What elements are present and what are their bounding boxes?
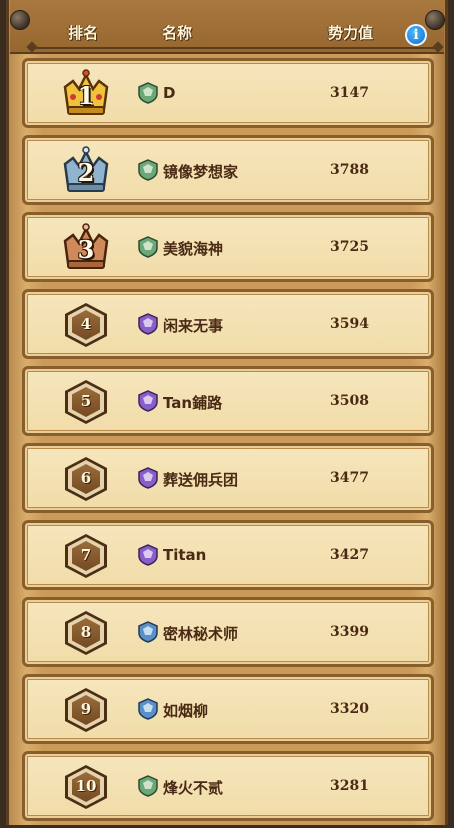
rank-column-header: 排名: [68, 24, 99, 42]
rank-number: 10: [75, 777, 97, 795]
power-value: 3594: [330, 316, 369, 332]
rank-hex-badge: 5: [59, 375, 113, 429]
rank-hex-badge: 4: [59, 298, 113, 352]
rank-hex-badge: 8: [59, 606, 113, 660]
player-name: Titan: [163, 546, 207, 564]
rank-number: 8: [80, 623, 92, 641]
player-name: 如烟柳: [163, 702, 209, 720]
rank-number: 2: [77, 158, 95, 187]
ranking-row[interactable]: 2 镜像梦想家 3788: [22, 135, 434, 205]
rank-number: 3: [77, 235, 95, 264]
gold-crown-icon: 1: [59, 67, 113, 121]
rank-number: 5: [80, 392, 92, 410]
bronze-crown-icon: 3: [59, 221, 113, 275]
ranking-row[interactable]: 10 烽火不贰 3281: [22, 751, 434, 821]
guild-emblem-icon: [138, 313, 158, 335]
rank-number: 1: [77, 81, 95, 110]
guild-emblem-icon: [138, 159, 158, 181]
ranking-row[interactable]: 8 密林秘术师 3399: [22, 597, 434, 667]
rank-hex-badge: 6: [59, 452, 113, 506]
power-value: 3147: [330, 85, 369, 101]
rank-number: 7: [80, 546, 92, 564]
guild-emblem-icon: [138, 775, 158, 797]
rank-hex-badge: 7: [59, 529, 113, 583]
ranking-row[interactable]: 7 Titan 3427: [22, 520, 434, 590]
ranking-row[interactable]: 5 Tan鋪路 3508: [22, 366, 434, 436]
guild-emblem-icon: [138, 621, 158, 643]
rank-number: 4: [80, 315, 92, 333]
power-value: 3477: [330, 470, 369, 486]
player-name: 密林秘术师: [163, 625, 239, 643]
player-name: Tan鋪路: [163, 394, 223, 412]
ranking-row[interactable]: 9 如烟柳 3320: [22, 674, 434, 744]
rank-number: 9: [80, 700, 92, 718]
power-value: 3399: [330, 624, 369, 640]
player-name: 葬送佣兵团: [163, 471, 239, 489]
player-name: D: [163, 84, 176, 102]
ranking-row[interactable]: 1 D 3147: [22, 58, 434, 128]
ranking-row[interactable]: 4 闲来无事 3594: [22, 289, 434, 359]
corner-nail-icon: [10, 10, 30, 30]
leaderboard-header: 排名 名称 势力值: [10, 0, 444, 54]
player-name: 烽火不贰: [163, 779, 224, 797]
player-name: 镜像梦想家: [163, 163, 239, 181]
power-value: 3427: [330, 547, 369, 563]
guild-emblem-icon: [138, 698, 158, 720]
rank-hex-badge: 10: [59, 760, 113, 814]
player-name: 美貌海神: [163, 240, 224, 258]
guild-emblem-icon: [138, 390, 158, 412]
rank-number: 6: [80, 469, 92, 487]
power-value: 3320: [330, 701, 369, 717]
ranking-row[interactable]: 3 美貌海神 3725: [22, 212, 434, 282]
player-name: 闲来无事: [163, 317, 224, 335]
guild-emblem-icon: [138, 467, 158, 489]
corner-nail-icon: [425, 10, 445, 30]
ranking-row[interactable]: 6 葬送佣兵团 3477: [22, 443, 434, 513]
power-value: 3788: [330, 162, 369, 178]
silver-crown-icon: 2: [59, 144, 113, 198]
ranking-list: 1 D 3147 2 镜像梦想家 3788 3 美貌海神 3725 4 闲来无事…: [22, 58, 434, 828]
guild-emblem-icon: [138, 544, 158, 566]
power-value: 3281: [330, 778, 369, 794]
name-column-header: 名称: [162, 24, 193, 42]
power-column-header: 势力值: [328, 24, 374, 42]
header-divider: [32, 47, 438, 49]
info-button[interactable]: i: [405, 24, 427, 46]
power-value: 3725: [330, 239, 369, 255]
guild-emblem-icon: [138, 236, 158, 258]
power-value: 3508: [330, 393, 369, 409]
guild-emblem-icon: [138, 82, 158, 104]
rank-hex-badge: 9: [59, 683, 113, 737]
